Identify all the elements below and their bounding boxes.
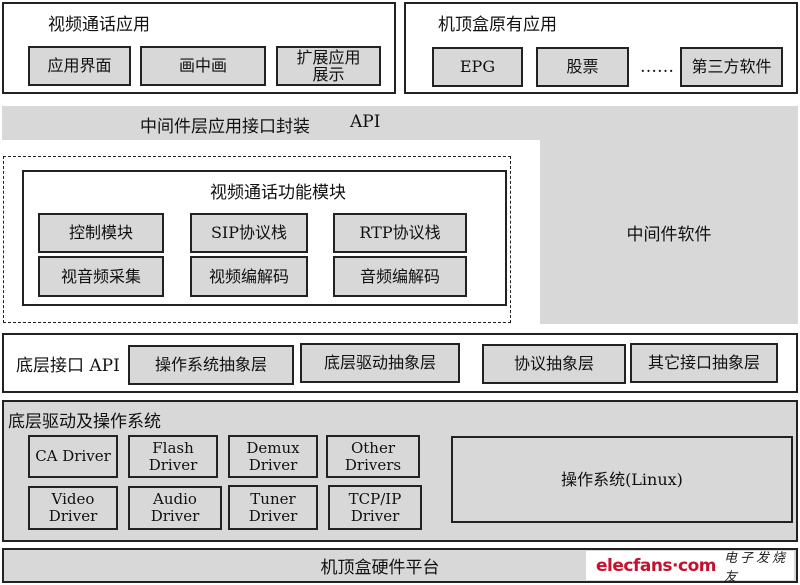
pip-box: 画中画 [140, 46, 266, 86]
extended-app-display-box: 扩展应用 展示 [276, 46, 381, 86]
third-party-software-box: 第三方软件 [680, 47, 783, 87]
video-call-module-panel: 视频通话功能模块 控制模块 SIP协议栈 RTP协议栈 视音频采集 视频编解码 … [22, 170, 507, 306]
protocol-abstraction-box: 协议抽象层 [482, 344, 626, 384]
stocks-box: 股票 [536, 47, 629, 87]
video-codec-box: 视频编解码 [190, 256, 308, 297]
flash-driver-box: Flash Driver [128, 435, 218, 478]
stb-native-apps-title: 机顶盒原有应用 [438, 15, 557, 35]
other-drivers-box: Other Drivers [326, 435, 420, 478]
video-driver-box: Video Driver [28, 486, 118, 530]
middleware-api-bar [2, 106, 798, 140]
ellipsis: …… [640, 57, 674, 77]
drivers-os-panel: 底层驱动及操作系统 CA Driver Flash Driver Demux D… [2, 400, 798, 542]
elecfans-watermark: elecfans·com 电子发烧友 [586, 551, 794, 585]
tcpip-driver-box: TCP/IP Driver [328, 485, 422, 530]
audio-driver-box: Audio Driver [128, 486, 222, 530]
middleware-software-label: 中间件软件 [626, 224, 712, 245]
driver-abstraction-box: 底层驱动抽象层 [300, 343, 460, 383]
middleware-api-suffix: API [350, 112, 381, 132]
drivers-os-title: 底层驱动及操作系统 [8, 412, 161, 432]
stb-native-apps-panel: 机顶盒原有应用 EPG 股票 …… 第三方软件 [404, 2, 798, 94]
other-interface-abstraction-box: 其它接口抽象层 [630, 343, 778, 383]
low-level-api-panel: 底层接口 API 操作系统抽象层 底层驱动抽象层 协议抽象层 其它接口抽象层 [2, 333, 798, 393]
os-linux-box: 操作系统(Linux) [451, 436, 793, 523]
watermark-cn: 电子发烧友 [723, 550, 788, 585]
sip-stack-box: SIP协议栈 [190, 213, 308, 253]
middleware-api-label: 中间件层应用接口封装 [140, 117, 310, 137]
audio-codec-box: 音频编解码 [333, 256, 467, 297]
epg-box: EPG [432, 47, 523, 87]
tuner-driver-box: Tuner Driver [228, 485, 318, 530]
demux-driver-box: Demux Driver [228, 435, 318, 478]
control-module-box: 控制模块 [38, 213, 164, 253]
middleware-software-region: 中间件软件 [540, 140, 798, 324]
rtp-stack-box: RTP协议栈 [333, 213, 467, 253]
video-call-apps-panel: 视频通话应用 应用界面 画中画 扩展应用 展示 [2, 2, 396, 94]
watermark-brand: elecfans·com [596, 555, 716, 576]
av-capture-box: 视音频采集 [38, 256, 164, 297]
hardware-platform-label: 机顶盒硬件平台 [320, 558, 440, 578]
video-call-module-title: 视频通话功能模块 [210, 183, 346, 203]
os-abstraction-box: 操作系统抽象层 [128, 345, 294, 385]
video-call-apps-title: 视频通话应用 [48, 15, 150, 35]
low-level-api-label: 底层接口 API [16, 356, 120, 376]
ca-driver-box: CA Driver [28, 435, 118, 478]
app-ui-box: 应用界面 [28, 46, 131, 86]
